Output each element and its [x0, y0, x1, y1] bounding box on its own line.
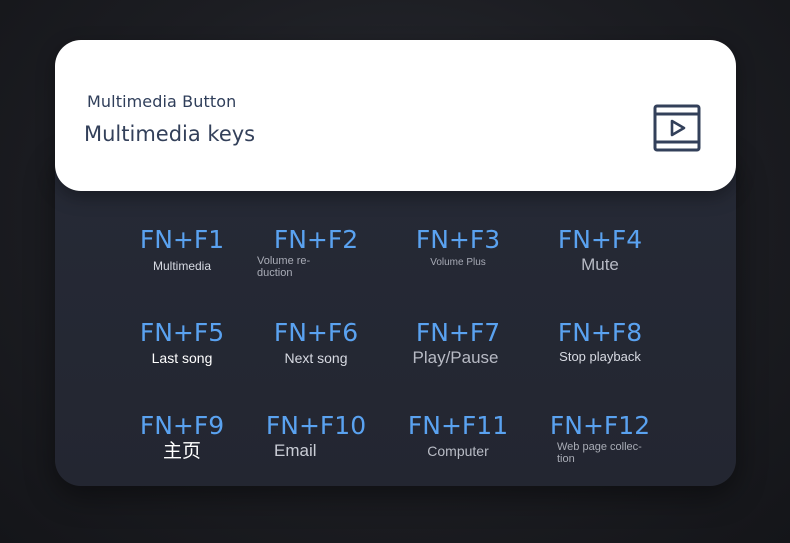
- key-label: Mute: [581, 255, 619, 274]
- key-fn-f8: FN+F8 Stop playback: [535, 318, 665, 364]
- key-fn-f6: FN+F6 Next song: [251, 318, 381, 366]
- key-fn-f10: FN+F10 Email: [251, 411, 381, 460]
- key-label: Next song: [284, 350, 348, 366]
- key-fn-f3: FN+F3 Volume Plus: [393, 225, 523, 269]
- key-label: Play/Pause: [412, 348, 499, 367]
- key-fn-f9: FN+F9 主页: [117, 411, 247, 462]
- key-fn-f5: FN+F5 Last song: [117, 318, 247, 366]
- card-title: Multimedia keys: [84, 122, 256, 146]
- key-label: Last song: [151, 350, 213, 366]
- key-combo: FN+F5: [139, 318, 225, 347]
- key-combo: FN+F1: [139, 225, 225, 254]
- key-fn-f7: FN+F7 Play/Pause: [393, 318, 523, 367]
- key-label: 主页: [162, 441, 201, 462]
- key-label: Stop playback: [559, 349, 641, 364]
- key-combo: FN+F4: [557, 225, 643, 254]
- key-combo: FN+F10: [265, 411, 367, 440]
- play-video-icon: [653, 104, 701, 152]
- key-label: Multimedia: [152, 259, 212, 273]
- key-combo: FN+F2: [273, 225, 359, 254]
- card-subtitle: Multimedia Button: [87, 92, 237, 111]
- key-label: Volume re- duction: [257, 255, 311, 279]
- key-fn-f11: FN+F11 Computer: [393, 411, 523, 459]
- key-label: Web page collec- tion: [557, 441, 642, 465]
- key-combo: FN+F12: [549, 411, 651, 440]
- key-label: Email: [274, 441, 317, 460]
- key-combo: FN+F6: [273, 318, 359, 347]
- key-combo: FN+F3: [415, 225, 501, 254]
- key-fn-f2: FN+F2 Volume re- duction: [251, 225, 381, 279]
- key-label: Computer: [427, 443, 489, 459]
- key-fn-f1: FN+F1 Multimedia: [117, 225, 247, 273]
- key-label: Volume Plus: [430, 257, 486, 268]
- header-card: Multimedia Button Multimedia keys: [55, 40, 736, 191]
- key-combo: FN+F7: [415, 318, 501, 347]
- key-combo: FN+F9: [139, 411, 225, 440]
- key-fn-f12: FN+F12 Web page collec- tion: [535, 411, 665, 465]
- key-combo: FN+F8: [557, 318, 643, 347]
- key-combo: FN+F11: [407, 411, 509, 440]
- key-fn-f4: FN+F4 Mute: [535, 225, 665, 274]
